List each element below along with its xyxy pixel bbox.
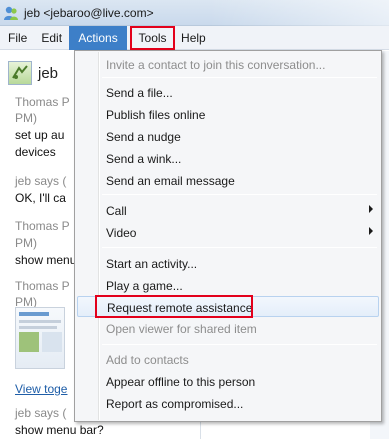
menu-item-label: Add to contacts: [106, 353, 189, 367]
buddy-header: jeb: [8, 61, 58, 85]
menu-item-appear-offline[interactable]: Appear offline to this person: [77, 371, 379, 392]
chat-message: devices: [15, 145, 56, 159]
menu-item-send-wink[interactable]: Send a wink...: [77, 148, 379, 169]
menu-item-add-to-contacts[interactable]: Add to contacts: [77, 349, 379, 370]
menu-file[interactable]: File: [0, 26, 34, 50]
menu-separator: [102, 77, 377, 78]
menu-item-label: Open viewer for shared item: [106, 322, 257, 336]
menu-item-report-compromised[interactable]: Report as compromised...: [77, 393, 379, 414]
menu-item-label: Call: [106, 204, 127, 218]
chat-meta: PM): [15, 111, 37, 125]
menu-item-label: Video: [106, 226, 137, 240]
menu-item-label: Appear offline to this person: [106, 375, 256, 389]
chat-meta: jeb says (: [15, 174, 67, 188]
title-bar: jeb <jebaroo@live.com>: [0, 0, 389, 26]
menu-item-invite-contact[interactable]: Invite a contact to join this conversati…: [77, 54, 379, 75]
menu-item-label: Publish files online: [106, 108, 206, 122]
view-together-link[interactable]: View toge: [15, 382, 67, 396]
menu-item-label: Send a nudge: [106, 130, 181, 144]
menu-item-open-viewer[interactable]: Open viewer for shared item: [77, 318, 379, 339]
chat-meta: jeb says (: [15, 406, 67, 420]
annotation-highlight-box: [95, 295, 253, 318]
menu-separator: [102, 247, 377, 248]
menu-item-label: Send a file...: [106, 86, 173, 100]
menu-item-label: Send an email message: [106, 174, 235, 188]
chat-meta: Thomas P: [15, 279, 70, 293]
menu-item-video[interactable]: Video: [77, 222, 379, 243]
menu-separator: [102, 194, 377, 195]
chat-message: show menu: [15, 253, 77, 267]
menu-item-start-activity[interactable]: Start an activity...: [77, 253, 379, 274]
menu-item-play-game[interactable]: Play a game...: [77, 275, 379, 296]
chat-meta: Thomas P: [15, 219, 70, 233]
menu-separator: [102, 344, 377, 345]
menu-actions[interactable]: Actions: [69, 26, 128, 50]
submenu-arrow-icon: [369, 227, 373, 235]
menu-tools[interactable]: Tools: [130, 26, 176, 50]
menu-item-label: Invite a contact to join this conversati…: [106, 58, 326, 72]
actions-menu: Invite a contact to join this conversati…: [74, 50, 382, 422]
title-bar-fade: [209, 0, 389, 26]
chat-meta: PM): [15, 236, 37, 250]
chat-message: OK, I'll ca: [15, 191, 66, 205]
menu-item-send-email[interactable]: Send an email message: [77, 170, 379, 191]
submenu-arrow-icon: [369, 205, 373, 213]
menu-bar: File Edit Actions Tools Help: [0, 26, 389, 50]
window-title: jeb <jebaroo@live.com>: [24, 5, 154, 20]
menu-item-label: Play a game...: [106, 279, 183, 293]
buddy-name: jeb: [38, 64, 59, 82]
menu-edit[interactable]: Edit: [34, 26, 69, 50]
menu-item-label: Start an activity...: [106, 257, 198, 271]
menu-item-label: Report as compromised...: [106, 397, 244, 411]
menu-item-send-file[interactable]: Send a file...: [77, 82, 379, 103]
chat-message: show menu bar?: [15, 423, 104, 437]
chat-message: set up au: [15, 128, 65, 142]
menu-item-label: Send a wink...: [106, 152, 182, 166]
messenger-buddy-icon: [4, 6, 18, 20]
chat-meta: Thomas P: [15, 95, 70, 109]
menu-item-call[interactable]: Call: [77, 200, 379, 221]
menu-item-publish-files[interactable]: Publish files online: [77, 104, 379, 125]
buddy-avatar-icon: [8, 61, 32, 85]
menu-item-send-nudge[interactable]: Send a nudge: [77, 126, 379, 147]
shared-item-thumbnail[interactable]: [15, 307, 65, 369]
menu-help[interactable]: Help: [175, 26, 213, 50]
